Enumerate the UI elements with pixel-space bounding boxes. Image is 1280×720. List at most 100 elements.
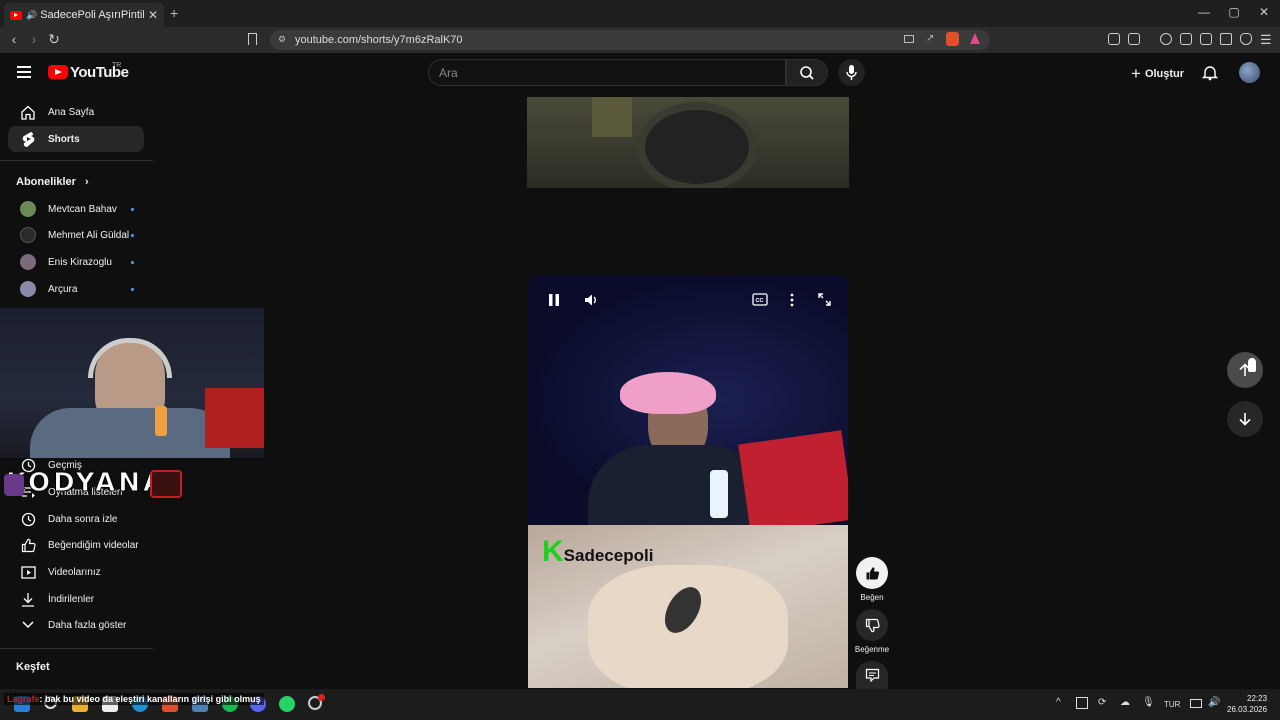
- leo-ai-icon[interactable]: [1220, 33, 1232, 45]
- subscription-label: Mehmet Ali Güldal: [48, 229, 130, 241]
- subscription-item[interactable]: Enis Kirazoglu: [8, 249, 144, 275]
- sidebar-item-label: Ana Sayfa: [48, 106, 95, 118]
- system-clock[interactable]: 22:23 26.03.2026: [1227, 693, 1267, 715]
- site-info-icon[interactable]: ⚙: [278, 34, 286, 45]
- thumbs-up-icon: [8, 538, 48, 553]
- dislike-label: Beğenme: [854, 645, 890, 654]
- new-content-dot: [131, 233, 134, 237]
- subscription-item[interactable]: Arçura: [8, 276, 144, 302]
- subscription-item[interactable]: Mehmet Ali Güldal: [8, 222, 144, 248]
- close-window-button[interactable]: ✕: [1254, 5, 1274, 19]
- sidebar-item-shorts[interactable]: Shorts: [8, 126, 144, 152]
- fullscreen-button[interactable]: [818, 293, 831, 309]
- notifications-button[interactable]: [1201, 64, 1219, 86]
- account-avatar[interactable]: [1239, 62, 1260, 83]
- language-indicator[interactable]: TUR: [1164, 700, 1180, 709]
- dislike-button[interactable]: [856, 609, 888, 641]
- create-button[interactable]: + Oluştur: [1131, 64, 1184, 84]
- new-content-dot: [131, 287, 134, 291]
- youtube-logo-icon[interactable]: [48, 65, 68, 79]
- url-field[interactable]: ⚙ youtube.com/shorts/y7m6zRalK70 ↗: [270, 30, 990, 50]
- next-short-button[interactable]: [1227, 401, 1263, 437]
- search-icon: [800, 66, 814, 80]
- bookmark-icon[interactable]: [248, 33, 257, 45]
- sidebar-item-label: Daha sonra izle: [48, 513, 118, 525]
- sidebar-item-liked-videos[interactable]: Beğendiğim videolar: [8, 532, 144, 558]
- reload-button[interactable]: ↻: [46, 31, 62, 48]
- voice-search-button[interactable]: [838, 59, 865, 86]
- share-icon[interactable]: ↗: [926, 33, 934, 44]
- sidebar-item-label: İndirilenler: [48, 593, 95, 605]
- pause-button[interactable]: [548, 293, 560, 310]
- tray-mic-icon[interactable]: 🎙: [1142, 697, 1155, 708]
- browser-tab-bar: [0, 0, 1280, 27]
- search-button[interactable]: [786, 59, 828, 86]
- microphone-icon: [846, 65, 857, 80]
- volume-icon: [585, 294, 596, 306]
- captions-button[interactable]: CC: [752, 293, 768, 309]
- back-button[interactable]: ‹: [6, 31, 22, 47]
- comments-button[interactable]: [856, 661, 888, 689]
- wallet-icon[interactable]: [1200, 33, 1212, 45]
- sidebar-item-downloads[interactable]: İndirilenler: [8, 586, 144, 612]
- volume-button[interactable]: [584, 293, 598, 310]
- search-placeholder: Ara: [439, 66, 458, 80]
- speaker-icon: 🔊: [26, 9, 38, 20]
- tray-weather-icon[interactable]: ☁: [1120, 697, 1130, 708]
- rewards-icon[interactable]: [970, 33, 980, 44]
- search-input[interactable]: Ara: [428, 59, 786, 86]
- minimize-button[interactable]: —: [1194, 5, 1214, 19]
- subscription-label: Enis Kirazoglu: [48, 256, 112, 268]
- streamer-webcam-overlay: [0, 308, 264, 458]
- vpn-shield-icon[interactable]: [1240, 33, 1252, 45]
- volume-icon[interactable]: 🔊: [1208, 697, 1220, 708]
- tray-overflow-icon[interactable]: ^: [1056, 697, 1061, 708]
- extensions-icon[interactable]: [1108, 33, 1120, 45]
- explore-heading: Keşfet: [16, 661, 50, 673]
- clip-vehicle: [592, 97, 632, 137]
- sidebar-item-label: Daha fazla göster: [48, 619, 127, 631]
- clock-date: 26.03.2026: [1227, 705, 1268, 714]
- previous-short-thumbnail[interactable]: [527, 97, 849, 188]
- brave-shield-icon[interactable]: [946, 32, 959, 46]
- arrow-down-icon: [1239, 413, 1251, 426]
- plus-icon: +: [1131, 64, 1141, 83]
- menu-icon[interactable]: ☰: [1260, 32, 1272, 48]
- sidebar-item-show-more[interactable]: Daha fazla göster: [8, 612, 144, 638]
- watermark-text: Sadecepoli: [563, 546, 654, 565]
- tray-sync-icon[interactable]: ⟳: [1098, 697, 1106, 708]
- webcam-body: [30, 408, 230, 458]
- guide-menu-icon[interactable]: [17, 66, 31, 78]
- whatsapp-icon[interactable]: [279, 696, 295, 712]
- stream-chat-message: Lagrafe: bak bu video da eleştiri kanall…: [4, 693, 264, 705]
- chevron-down-icon: [8, 621, 48, 629]
- sidebar-icon[interactable]: [1180, 33, 1192, 45]
- subscriptions-heading-label: Abonelikler: [16, 176, 76, 188]
- home-icon: [8, 105, 48, 120]
- cast-icon[interactable]: [904, 35, 914, 43]
- forward-button[interactable]: ›: [26, 31, 42, 47]
- sidebar-item-watch-later[interactable]: Daha sonra izle: [8, 506, 144, 532]
- sidebar-item-label: Shorts: [48, 133, 80, 145]
- new-content-dot: [131, 207, 134, 211]
- network-icon[interactable]: [1190, 699, 1202, 708]
- shorts-video-player[interactable]: KSadecepoli CC: [528, 275, 848, 688]
- tray-app-icon[interactable]: [1076, 697, 1088, 709]
- more-options-button[interactable]: [790, 293, 794, 310]
- screenshot-icon[interactable]: [1128, 33, 1140, 45]
- like-button[interactable]: [856, 557, 888, 589]
- subscription-item[interactable]: Mevtcan Bahav: [8, 196, 144, 222]
- previous-short-button[interactable]: [1227, 352, 1263, 388]
- browser-tab[interactable]: 🔊 SadecePoli AşırıPintiler İzliyor ✕: [4, 3, 164, 27]
- subscriptions-heading[interactable]: Abonelikler ›: [16, 176, 89, 188]
- sidebar-item-home[interactable]: Ana Sayfa: [8, 99, 144, 125]
- chat-username: Lagrafe: [7, 694, 40, 704]
- sidebar-item-your-videos[interactable]: Videolarınız: [8, 559, 144, 585]
- subscription-label: Mevtcan Bahav: [48, 203, 117, 215]
- music-icon[interactable]: [1160, 33, 1172, 45]
- like-label: Beğen: [860, 593, 884, 602]
- tab-close-icon[interactable]: ✕: [148, 8, 158, 22]
- new-tab-button[interactable]: +: [170, 5, 178, 21]
- bell-icon: [1201, 66, 1219, 81]
- maximize-button[interactable]: ▢: [1224, 5, 1244, 19]
